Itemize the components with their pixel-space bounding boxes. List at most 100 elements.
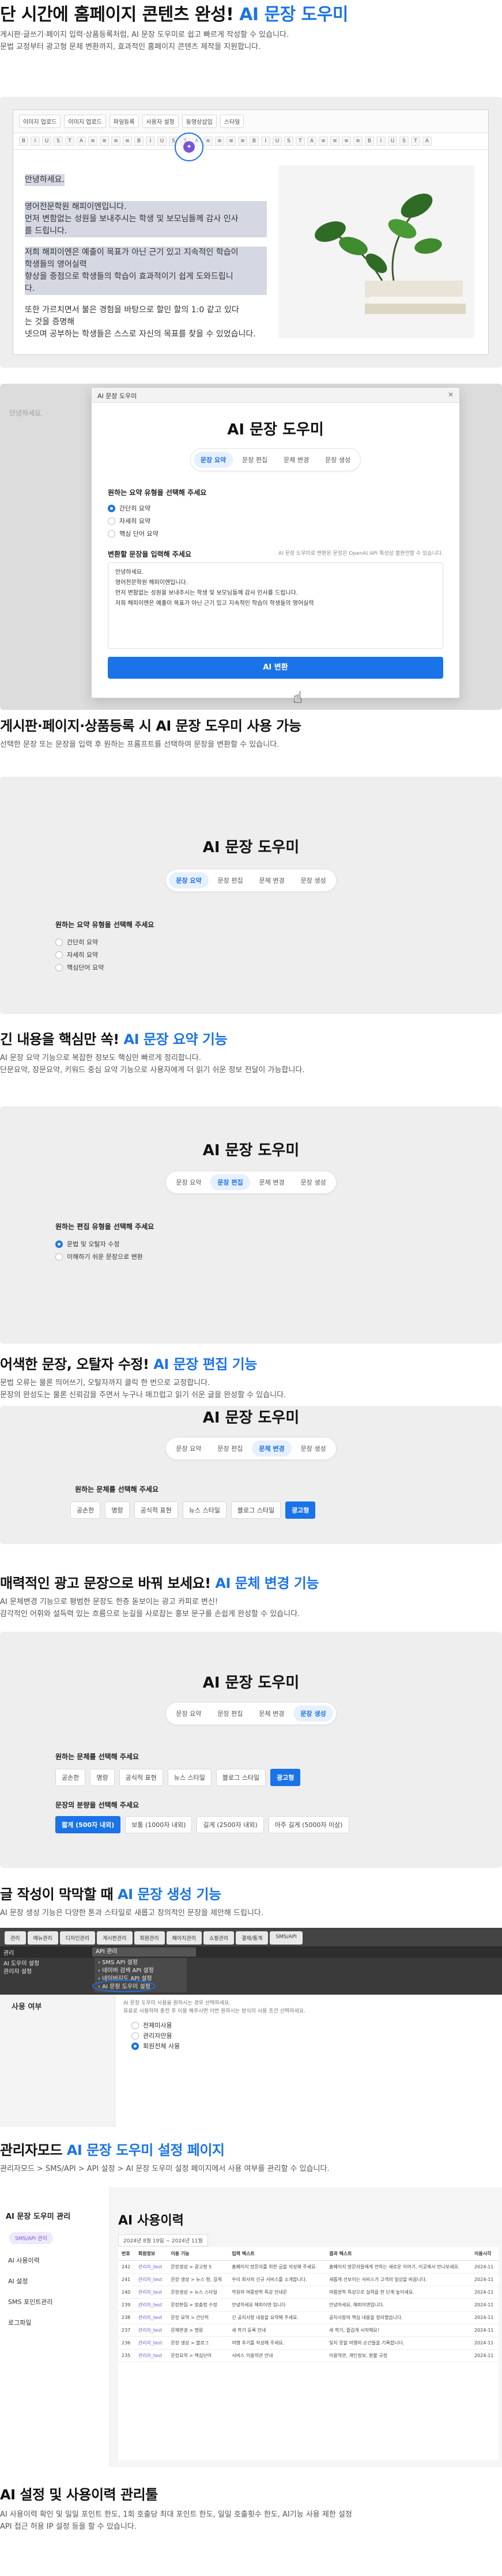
toolbar-button[interactable]: T bbox=[411, 137, 420, 146]
table-row[interactable]: 235 관리자_test 문장요약 > 핵심단어 서비스 이용약관 안내 이용약관, 개… bbox=[118, 2349, 499, 2362]
toolbar-button[interactable]: U bbox=[42, 137, 51, 146]
tab-3[interactable]: 문장 생성 bbox=[294, 1440, 333, 1457]
toolbar-button[interactable]: I bbox=[31, 137, 40, 146]
toolbar-button[interactable]: ≡ bbox=[100, 137, 109, 146]
toolbar-button[interactable]: S bbox=[284, 137, 293, 146]
admin-tab[interactable]: 메뉴관리 bbox=[27, 1931, 58, 1945]
radio-circle[interactable] bbox=[131, 2032, 139, 2040]
radio-option[interactable]: 간단히 요약 bbox=[108, 502, 459, 515]
admin-tab[interactable]: 디자인관리 bbox=[59, 1931, 96, 1945]
toolbar-button[interactable]: ≡ bbox=[203, 137, 213, 146]
chip-option[interactable]: 광고형 bbox=[285, 1501, 316, 1519]
dialog-text-input[interactable]: 안녕하세요. 영어전문학원 해피이엔입니다. 먼저 변함없는 성원을 보내주시는 학… bbox=[108, 562, 443, 649]
chip-option[interactable]: 뉴스 스타일 bbox=[182, 1501, 227, 1519]
radio-circle[interactable] bbox=[108, 529, 115, 538]
tab-3[interactable]: 문장 생성 bbox=[294, 1174, 333, 1190]
toolbar-button[interactable]: U bbox=[273, 137, 282, 146]
toolbar-button[interactable]: B bbox=[134, 137, 144, 146]
radio-option[interactable]: 핵심단어 요약 bbox=[55, 961, 104, 974]
tab-2[interactable]: 문체 변경 bbox=[252, 1440, 292, 1457]
admin-tab[interactable]: SMS/API bbox=[270, 1931, 303, 1945]
radio-circle[interactable] bbox=[55, 938, 63, 946]
radio-circle[interactable] bbox=[108, 504, 115, 512]
table-row[interactable]: 240 관리자_test 문장생성 > 뉴스 스타일 학원의 여름방학 특강 안내문 여… bbox=[118, 2286, 499, 2299]
toolbar-button[interactable]: B bbox=[365, 137, 374, 146]
tab-2[interactable]: 문체 변경 bbox=[252, 1705, 291, 1722]
admin-dark-item[interactable]: AI 도우미 설정 bbox=[3, 1960, 39, 1968]
chip-option[interactable]: 명랑 bbox=[105, 1501, 130, 1519]
toolbar-button[interactable]: ≡ bbox=[319, 137, 328, 146]
chip-option[interactable]: 공손한 bbox=[70, 1501, 101, 1519]
table-row[interactable]: 241 관리자_test 문장 생성 > 뉴스 형, 길게 우리 회사의 신규 서비스… bbox=[118, 2273, 499, 2286]
toolbar-button[interactable]: ≡ bbox=[111, 137, 120, 146]
tab-2[interactable]: 문체 변경 bbox=[252, 872, 292, 888]
radio-circle[interactable] bbox=[108, 517, 115, 525]
toolbar-button[interactable]: B bbox=[250, 137, 259, 146]
admin-tab[interactable]: 결제/통계 bbox=[236, 1931, 269, 1945]
tab-1[interactable]: 문장 편집 bbox=[210, 1174, 250, 1190]
tab-1[interactable]: 문장 편집 bbox=[210, 1705, 250, 1722]
table-row[interactable]: 242 관리자_test 문장생성 > 광고형 5 홈페이지 방문자를 위한 글을 작… bbox=[118, 2260, 499, 2274]
tab-0[interactable]: 문장 요약 bbox=[169, 872, 209, 888]
tab-1[interactable]: 문장 편집 bbox=[235, 452, 274, 468]
editor-tab[interactable]: 동영상삽입 bbox=[182, 115, 217, 128]
toolbar-button[interactable]: S bbox=[399, 137, 409, 146]
admin-tab[interactable]: 쇼핑관리 bbox=[203, 1931, 235, 1945]
table-row[interactable]: 239 관리자_test 문장편집 > 맞춤법 수정 안녕하세요 해피이엔 입니다 안녕… bbox=[118, 2298, 499, 2312]
radio-option[interactable]: 자세히 요약 bbox=[55, 948, 104, 961]
chip-option[interactable]: 광고형 bbox=[270, 1769, 301, 1786]
radio-option[interactable]: 문법 및 오탈자 수정 bbox=[55, 1238, 143, 1250]
toolbar-button[interactable]: U bbox=[157, 137, 167, 146]
admin-menu-item[interactable]: › 네이버 검색 API 설정 bbox=[98, 1967, 183, 1975]
radio-option[interactable]: 핵심 단어 요약 bbox=[108, 527, 459, 540]
toolbar-button[interactable]: A bbox=[77, 137, 86, 146]
usage-side-item[interactable]: 로그파일 bbox=[0, 2313, 110, 2333]
admin-tab[interactable]: 회원관리 bbox=[134, 1931, 165, 1945]
chip-option[interactable]: 공식적 표현 bbox=[119, 1769, 163, 1786]
toolbar-button[interactable]: A bbox=[422, 137, 432, 146]
toolbar-button[interactable]: ≡ bbox=[227, 137, 236, 146]
admin-dark-item[interactable]: 관리자 설정 bbox=[3, 1968, 39, 1976]
ai-assist-icon[interactable]: ✦ bbox=[183, 141, 195, 153]
admin-tab[interactable]: 페이지관리 bbox=[166, 1931, 202, 1945]
toolbar-button[interactable]: I bbox=[146, 137, 155, 146]
radio-circle[interactable] bbox=[131, 2021, 139, 2029]
chip-option[interactable]: 아주 길게 (5000자 이상) bbox=[268, 1816, 349, 1833]
toolbar-button[interactable]: B bbox=[19, 137, 28, 146]
editor-tab[interactable]: 이미지 업로드 bbox=[19, 115, 61, 128]
use-radio-option[interactable]: 전체미사용 bbox=[131, 2020, 180, 2030]
editor-tab[interactable]: 스타일 bbox=[220, 115, 244, 128]
chip-option[interactable]: 공손한 bbox=[55, 1769, 86, 1786]
toolbar-button[interactable]: ≡ bbox=[330, 137, 339, 146]
admin-menu-item[interactable]: › SMS API 설정 bbox=[98, 1959, 183, 1967]
tab-2[interactable]: 문체 변경 bbox=[277, 452, 316, 468]
admin-tab[interactable]: 관리 bbox=[5, 1931, 26, 1945]
radio-option[interactable]: 이해하기 쉬운 문장으로 변환 bbox=[55, 1250, 143, 1263]
toolbar-button[interactable]: I bbox=[261, 137, 270, 146]
chip-option[interactable]: 블로그 스타일 bbox=[231, 1501, 281, 1519]
radio-circle[interactable] bbox=[55, 1253, 63, 1261]
tab-0[interactable]: 문장 요약 bbox=[169, 1705, 208, 1722]
close-icon[interactable]: ✕ bbox=[448, 391, 454, 399]
use-radio-option[interactable]: 회원전체 사용 bbox=[131, 2041, 180, 2051]
editor-tab[interactable]: 이미지 업로드 bbox=[64, 115, 106, 128]
table-row[interactable]: 236 관리자_test 문장 생성 > 블로그 여행 후기를 작성해 주세요. 잊지 … bbox=[118, 2336, 499, 2350]
tab-2[interactable]: 문체 변경 bbox=[252, 1174, 292, 1190]
toolbar-button[interactable]: I bbox=[376, 137, 386, 146]
radio-option[interactable]: 간단히 요약 bbox=[55, 936, 104, 948]
toolbar-button[interactable]: U bbox=[388, 137, 397, 146]
chip-option[interactable]: 블로그 스타일 bbox=[216, 1769, 266, 1786]
editor-content[interactable]: 안녕하세요. 영어전문학원 해피이엔입니다. 먼저 변함없는 성원을 보내주시는 … bbox=[25, 173, 267, 341]
usage-side-item[interactable]: AI 사용이력 bbox=[0, 2250, 110, 2271]
toolbar-button[interactable]: ≡ bbox=[215, 137, 224, 146]
admin-api-select[interactable]: API 관리 bbox=[92, 1947, 196, 1957]
chip-option[interactable]: 보통 (1000자 내외) bbox=[125, 1816, 193, 1833]
usage-date-filter[interactable]: 2024년 8월 19일 ~ 2024년 11월 bbox=[118, 2234, 208, 2246]
ai-convert-button[interactable]: AI 변환 bbox=[108, 657, 443, 679]
radio-circle[interactable] bbox=[55, 951, 63, 959]
radio-option[interactable]: 자세히 요약 bbox=[108, 515, 459, 527]
tab-0[interactable]: 문장 요약 bbox=[169, 1174, 208, 1190]
tab-3[interactable]: 문장 생성 bbox=[293, 1705, 333, 1722]
toolbar-button[interactable]: ≡ bbox=[342, 137, 351, 146]
editor-tab[interactable]: 사용자 설정 bbox=[142, 115, 179, 128]
